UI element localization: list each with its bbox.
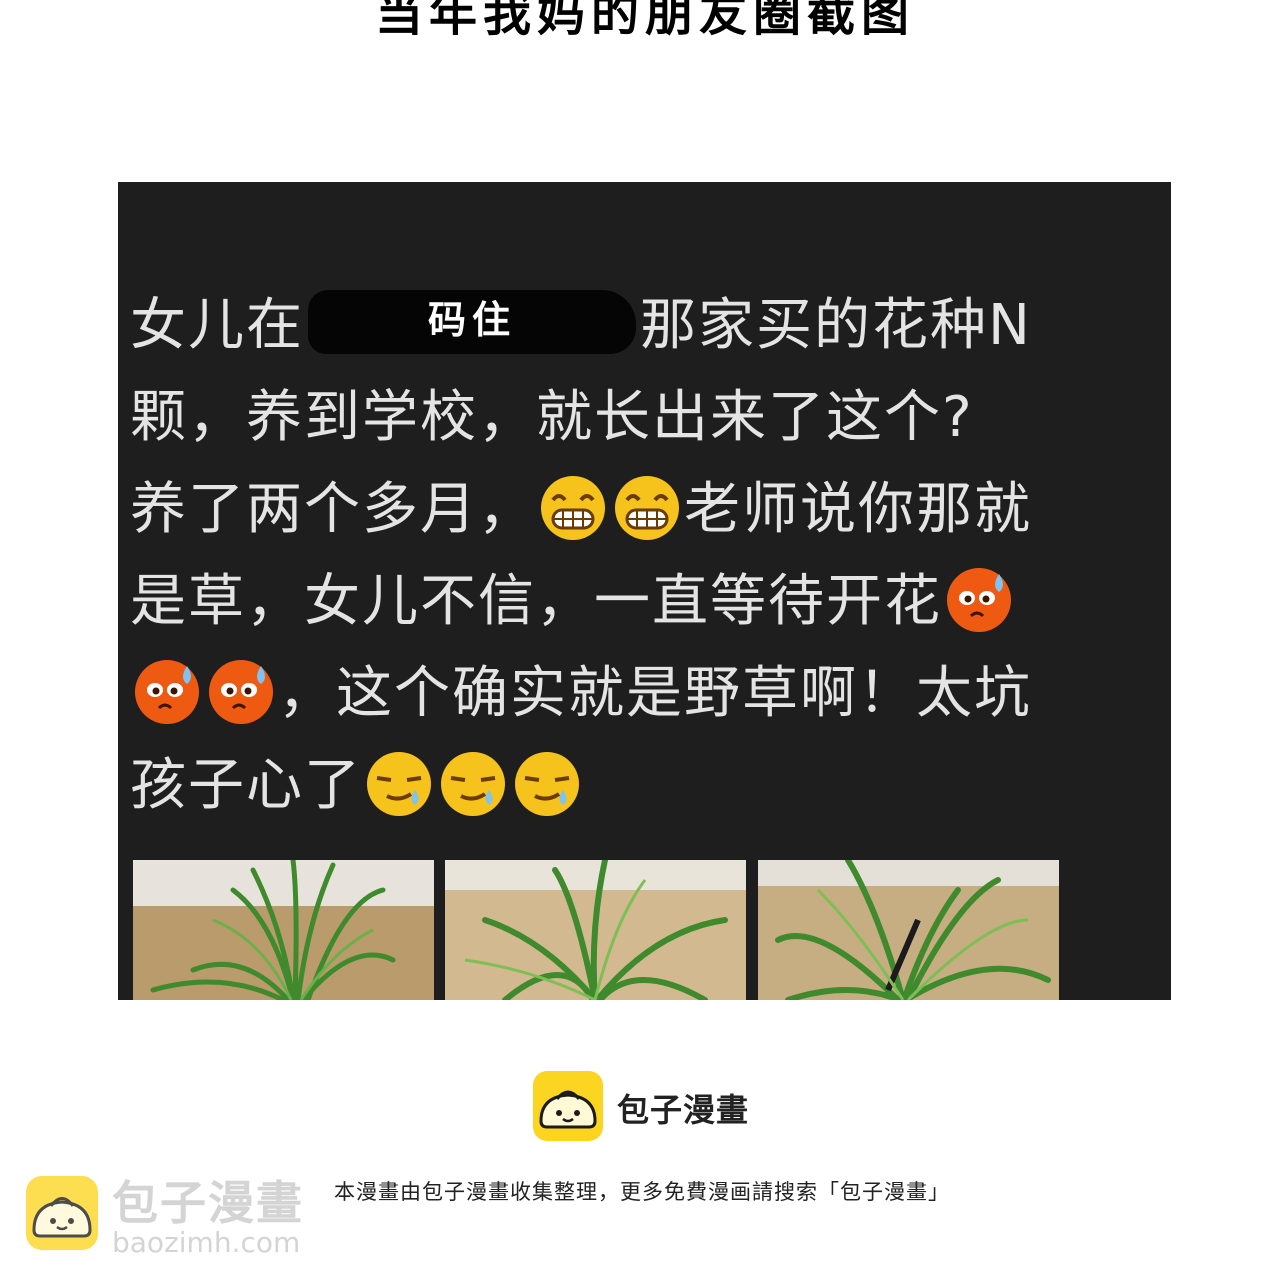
grin-icon (539, 474, 607, 542)
watermark-name: 包子漫畫 (112, 1176, 304, 1230)
grass-photo-2[interactable] (445, 860, 746, 1000)
grin-icon (613, 474, 681, 542)
post-text-line5: ，这个确实就是野草啊！太坑 (278, 661, 1032, 726)
post-text: 女儿在 码住 那家买的花种N 颗，养到学校，就长出来了这个? 养了两个多月， 老师说你… (130, 280, 1160, 832)
page-title: 当年我妈的朋友圈截图 (374, 0, 915, 42)
bun-logo-icon (533, 1071, 603, 1141)
sweat-worried-icon (133, 658, 201, 726)
post-text-line4: 是草，女儿不信，一直等待开花 (130, 569, 942, 634)
sweat-worried-icon (945, 566, 1013, 634)
watermark-url: baozimh.com (112, 1226, 301, 1259)
sweat-smirk-icon (365, 750, 433, 818)
sweat-smirk-icon (439, 750, 507, 818)
redaction-mark: 码住 (308, 290, 636, 354)
post-text-line1-end: 那家买的花种N (640, 293, 1032, 358)
post-text-line2: 颗，养到学校，就长出来了这个? (130, 385, 974, 450)
sweat-smirk-icon (513, 750, 581, 818)
watermark: 包子漫畫 baozimh.com (26, 1176, 316, 1259)
post-text-line3-end: 老师说你那就 (684, 477, 1032, 542)
sweat-worried-icon (207, 658, 275, 726)
post-text-line1-start: 女儿在 (130, 293, 304, 358)
brand-name: 包子漫畫 (617, 1091, 750, 1129)
moments-screenshot: 女儿在 码住 那家买的花种N 颗，养到学校，就长出来了这个? 养了两个多月， 老师说你… (118, 182, 1171, 1000)
redaction-label: 码住 (427, 298, 516, 342)
post-text-line3-start: 养了两个多月， (130, 477, 536, 542)
post-text-line6: 孩子心了 (130, 753, 362, 818)
bun-logo-icon (26, 1176, 98, 1250)
grass-photo-1[interactable] (133, 860, 434, 1000)
grass-photo-3[interactable] (758, 860, 1059, 1000)
